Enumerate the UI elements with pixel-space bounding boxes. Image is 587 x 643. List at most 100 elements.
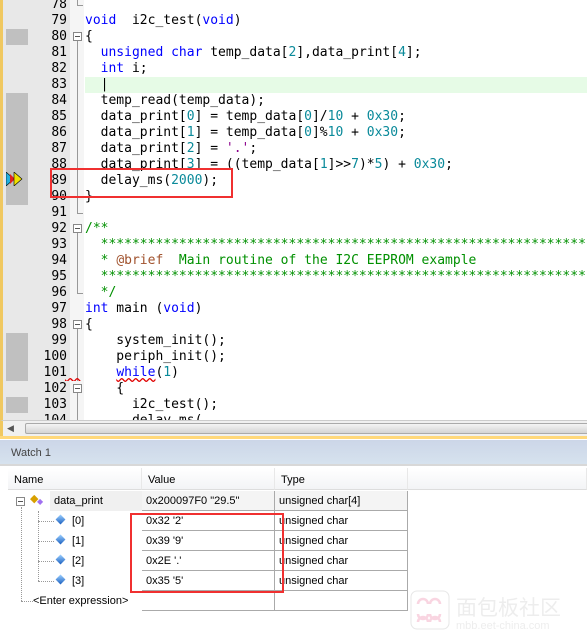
code-text[interactable]: /** [85,221,108,237]
breakpoint-area[interactable] [6,189,28,205]
code-text[interactable]: * @brief Main routine of the I2C EEPROM … [85,253,477,269]
code-token: i2c_test(); [85,397,219,412]
code-text[interactable]: ****************************************… [85,237,586,253]
code-text[interactable]: */ [85,285,117,301]
enter-expression-input[interactable]: <Enter expression> [33,595,128,607]
breakpoint-area[interactable] [6,157,28,173]
code-text[interactable]: data_print[2] = '.'; [85,141,258,157]
code-text[interactable]: data_print[1] = temp_data[0]%10 + 0x30; [85,125,406,141]
code-line[interactable]: 100 periph_init(); [3,349,587,365]
enter-expression-row[interactable]: <Enter expression> [8,591,408,611]
watch-value-cell[interactable] [142,591,275,611]
code-token: 10 [327,125,344,140]
code-text[interactable]: periph_init(); [85,349,226,365]
code-text[interactable]: int i; [85,61,148,77]
code-text[interactable]: { [85,381,124,397]
code-line[interactable]: 94 * @brief Main routine of the I2C EEPR… [3,253,587,269]
code-text[interactable]: void i2c_test(void) [85,13,242,29]
code-line[interactable]: 93 *************************************… [3,237,587,253]
code-text[interactable]: { [85,317,93,333]
code-line[interactable]: 97 int main (void) [3,301,587,317]
code-line[interactable]: 82 int i; [3,61,587,77]
watch-name-cell[interactable]: [2] [8,551,142,571]
code-text[interactable]: delay_ms( [85,413,202,420]
code-line[interactable]: 78 [3,0,587,13]
code-text[interactable]: ****************************************… [85,269,586,285]
code-line[interactable]: 103 i2c_test(); [3,397,587,413]
fold-toggle-icon[interactable] [73,320,82,329]
code-line[interactable]: 81 unsigned char temp_data[2],data_print… [3,45,587,61]
line-number: 80 [51,29,67,44]
breakpoint-area[interactable] [6,333,28,349]
scroll-left-icon[interactable]: ◀ [7,423,14,434]
watch-name-cell[interactable]: [0] [8,511,142,531]
code-line[interactable]: 79 void i2c_test(void) [3,13,587,29]
watch-row[interactable]: ◆ ◆ data_print 0x200097F0 "29.5" unsigned ch… [8,491,408,511]
code-line[interactable]: 104 delay_ms( [3,413,587,420]
watermark-url: mbb.eet-china.com [456,620,550,632]
code-line[interactable]: 83 | [3,77,587,93]
code-line[interactable]: 101 while(1) [3,365,587,381]
code-line[interactable]: 86 data_print[1] = temp_data[0]%10 + 0x3… [3,125,587,141]
column-header-filler [408,468,587,490]
breakpoint-area[interactable] [6,29,28,45]
breakpoint-area[interactable] [6,125,28,141]
breakpoint-area[interactable] [6,93,28,109]
code-line[interactable]: 85 data_print[0] = temp_data[0]/10 + 0x3… [3,109,587,125]
watch-value-cell[interactable]: 0x200097F0 "29.5" [142,491,275,511]
code-token: 0 [186,109,195,124]
watch-type-cell: unsigned char [275,551,408,571]
code-token: 0x30 [366,125,399,140]
code-line[interactable]: 87 data_print[2] = '.'; [3,141,587,157]
code-token: void [202,13,234,28]
code-line[interactable]: 80 { [3,29,587,45]
watch-name-cell[interactable]: [1] [8,531,142,551]
code-text[interactable]: while(1) [85,365,179,381]
collapse-toggle-icon[interactable] [16,497,25,506]
horizontal-scrollbar[interactable]: ◀ [0,420,587,436]
code-text[interactable]: int main (void) [85,301,202,317]
scrollbar-thumb[interactable] [25,423,587,434]
watch-name-cell[interactable]: ◆ ◆ data_print [8,491,142,511]
code-text[interactable]: i2c_test(); [85,397,218,413]
column-header-name[interactable]: Name [8,468,142,490]
fold-margin [70,205,84,221]
code-text[interactable]: | [85,77,587,93]
fold-toggle-icon[interactable] [73,384,82,393]
code-text[interactable]: { [85,29,93,45]
code-line[interactable]: 92 /** [3,221,587,237]
code-text[interactable]: temp_read(temp_data); [85,93,265,109]
fold-margin [70,0,84,13]
panel-divider[interactable] [0,436,587,439]
watch-name-cell[interactable]: [3] [8,571,142,591]
breakpoint-area[interactable] [6,141,28,157]
code-editor[interactable]: 78 79 void i2c_test(void) 80 {81 unsigned ch… [0,0,587,420]
code-token: data_print[ [85,141,187,156]
code-line[interactable]: 98 { [3,317,587,333]
code-text[interactable]: unsigned char temp_data[2],data_print[4]… [85,45,422,61]
column-header-type[interactable]: Type [275,468,408,490]
fold-toggle-icon[interactable] [73,32,82,41]
line-number: 95 [51,269,67,284]
breakpoint-area[interactable] [6,349,28,365]
code-text[interactable]: system_init(); [85,333,226,349]
breakpoint-area[interactable] [6,109,28,125]
code-line[interactable]: 95 *************************************… [3,269,587,285]
column-header-value[interactable]: Value [142,468,275,490]
line-number: 100 [43,349,67,364]
watch-panel-header: Watch 1 [0,440,587,466]
breakpoint-area[interactable] [6,365,28,381]
code-line[interactable]: 84 temp_read(temp_data); [3,93,587,109]
fold-toggle-icon[interactable] [73,224,82,233]
code-token: data_print[ [85,109,187,124]
code-text[interactable]: data_print[0] = temp_data[0]/10 + 0x30; [85,109,406,125]
code-token: ; [249,141,258,156]
code-line[interactable]: 91 [3,205,587,221]
code-token: periph_init(); [85,349,226,364]
code-line[interactable]: 102 { [3,381,587,397]
code-line[interactable]: 96 */ [3,285,587,301]
code-line[interactable]: 99 system_init(); [3,333,587,349]
breakpoint-area[interactable] [6,397,28,413]
highlight-box-code [50,168,233,198]
fold-margin [70,413,84,420]
